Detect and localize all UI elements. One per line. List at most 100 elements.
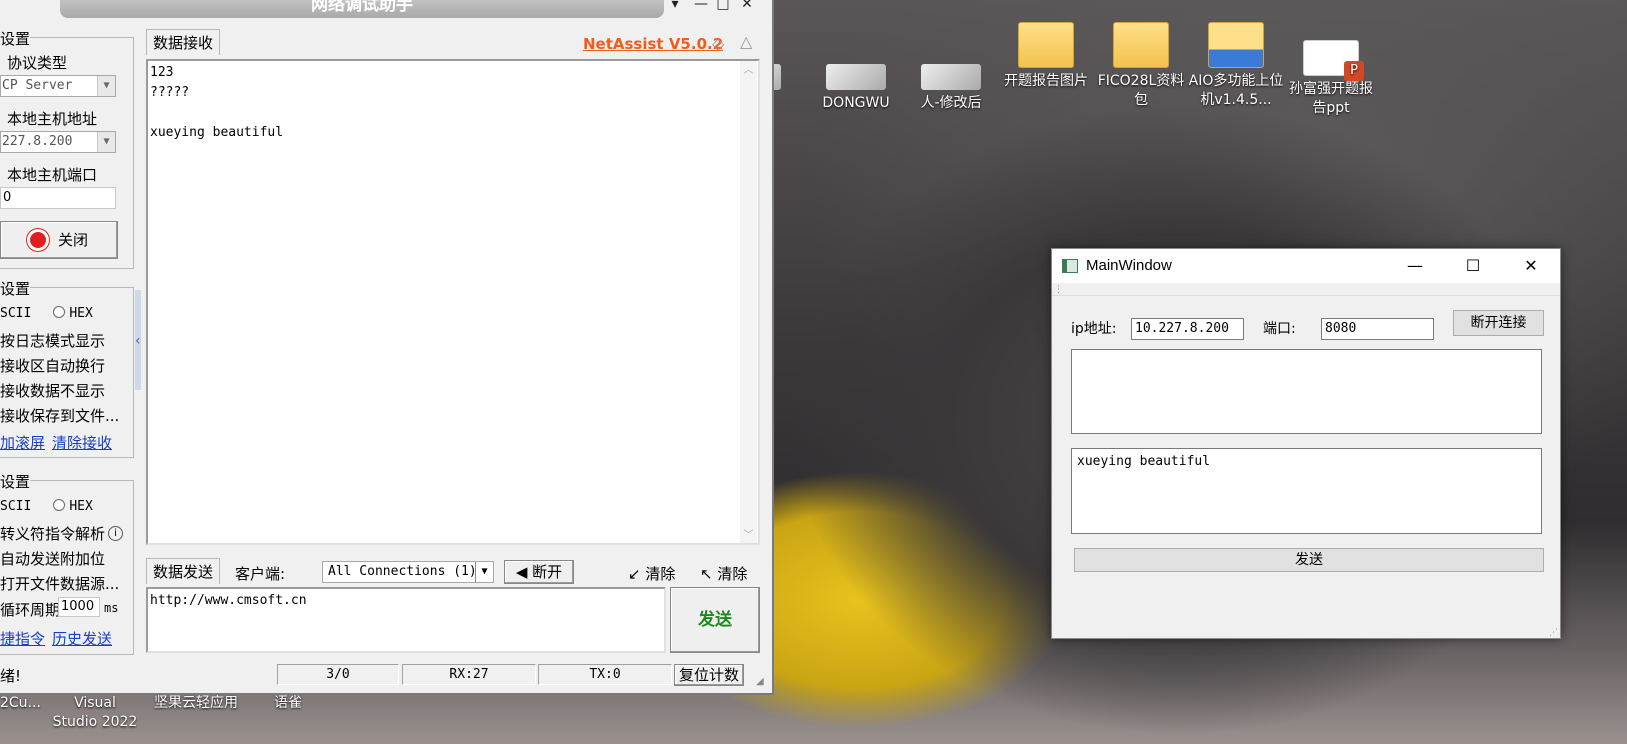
chevron-down-icon: ▼ [97,76,115,96]
desktop-icon-label: 开题报告图片 [1004,73,1088,89]
desktop-icon-label: AIO多功能上位机v1.4.5... [1188,73,1284,108]
receive-line [150,103,756,123]
tab-receive[interactable]: 数据接收 [146,29,221,55]
toolbar-divider [1052,295,1560,296]
desktop-icon-label: DONGWU [822,95,890,111]
netassist-window: 网络调试助手 ▾ — □ ✕ 设置 协议类型 CP Server ▼ 本地主机地… [0,0,774,695]
host-label: 本地主机地址 [7,110,98,128]
recv-option-save[interactable]: 接收保存到文件... [0,405,119,426]
desktop-icon-dongwu[interactable]: DONGWU [808,44,904,113]
status-rx: RX:27 [402,664,536,685]
minimize-icon[interactable]: — [690,0,712,14]
arrow-down-left-icon: ↙ [628,565,641,583]
close-button-label: 关闭 [57,231,88,249]
ascii-radio-label: SCII [0,306,32,321]
info-icon[interactable]: i [108,526,123,541]
desktop-icon-fico28l[interactable]: FICO28L资料包 [1093,22,1189,110]
powerpoint-icon [1303,40,1364,81]
pause-scroll-link[interactable]: 加滚屏 [0,432,45,453]
diamond-icon[interactable]: ◇ [712,34,724,53]
desktop-icon-person[interactable]: 人-修改后 [903,44,999,113]
group-title: 设置 [0,471,31,492]
port-label: 端口: [1263,321,1296,337]
send-option-append[interactable]: 自动发送附加位 [0,548,105,569]
send-textbox[interactable]: xueying beautiful [1071,448,1542,534]
brand-link[interactable]: NetAssist V5.0.2 [583,35,723,53]
chevron-up-icon[interactable]: ︿ [740,61,757,76]
title-bar[interactable]: MainWindow — ☐ ✕ [1052,249,1560,283]
chevron-left-icon[interactable]: ‹ [135,333,141,349]
close-connection-button[interactable]: 关闭 [0,221,118,259]
receive-textarea[interactable]: 123 ????? xueying beautiful [146,59,760,545]
cycle-label: 循环周期 [0,601,61,619]
ip-input[interactable]: 10.227.8.200 [1131,318,1244,340]
desktop-icon-ppt[interactable]: 孙富强开题报告ppt [1283,30,1379,118]
send-option-escape[interactable]: 转义符指令解析 [0,523,105,544]
receive-line: ????? [150,85,190,100]
minimize-icon[interactable]: — [1400,255,1430,277]
ip-label: ip地址: [1071,321,1117,337]
resize-grip-icon[interactable]: ◢ [756,676,764,687]
status-count: 3/0 [277,664,399,685]
send-option-file[interactable]: 打开文件数据源... [0,573,119,594]
group-title: 设置 [0,28,31,49]
close-icon[interactable]: ✕ [736,0,758,14]
maximize-icon[interactable]: □ [712,0,734,14]
pin-icon[interactable]: ▾ [664,0,686,14]
chevron-down-icon: ▼ [475,562,493,582]
host-select[interactable]: 227.8.200 ▼ [0,131,116,153]
tab-send[interactable]: 数据发送 [146,558,221,584]
recv-option-wrap[interactable]: 接收区自动换行 [0,355,105,376]
history-send-link[interactable]: 历史发送 [52,628,112,649]
shortcut-cmd-link[interactable]: 捷指令 [0,628,45,649]
chevron-down-icon[interactable]: ﹀ [740,526,757,541]
status-ready: 绪! [0,667,22,685]
desktop-icon-aio[interactable]: AIO多功能上位机v1.4.5... [1188,22,1284,110]
chevron-down-icon: ▼ [97,132,115,152]
clear-receive-link[interactable]: 清除接收 [52,432,112,453]
maximize-icon[interactable]: ☐ [1458,255,1488,277]
receive-scrollbar[interactable]: ︿ ﹀ [740,61,757,543]
toolbar-handle[interactable]: ⋮ [1054,285,1063,295]
disconnect-label: 断开 [532,563,563,581]
arrow-up-left-icon: ↖ [700,565,713,583]
window-title: MainWindow [1086,257,1172,274]
protocol-select[interactable]: CP Server ▼ [0,75,116,97]
shortcut-icon [826,64,886,90]
clear-send-button-2[interactable]: ↖ 清除 [700,563,747,584]
recv-format-radios[interactable]: SCII HEX [0,306,93,321]
clear-send-button-1[interactable]: ↙ 清除 [628,563,675,584]
desktop-icon-label: 孙富强开题报告ppt [1289,81,1373,116]
resize-grip-icon[interactable]: ⋰ [1549,628,1558,638]
receive-textbox[interactable] [1071,349,1542,434]
port-input[interactable]: 0 [0,187,116,209]
send-textarea[interactable]: http://www.cmsoft.cn [146,587,666,653]
send-button[interactable]: 发送 [1074,548,1544,572]
recv-option-log[interactable]: 按日志模式显示 [0,330,105,351]
client-select[interactable]: All Connections (1) ▼ [322,561,494,583]
desktop-icon-visual-studio[interactable]: Visual Studio 2022 [50,694,140,732]
arrow-left-icon: ◀ [515,563,528,581]
desktop-icon-report-images[interactable]: 开题报告图片 [998,22,1094,91]
disconnect-button[interactable]: 断开连接 [1453,310,1544,336]
status-light-icon [29,232,46,248]
reset-count-button[interactable]: 复位计数 [674,664,744,686]
client-value: All Connections (1) [328,564,477,579]
hex-radio[interactable] [53,499,66,511]
send-button[interactable]: 发送 [670,587,760,653]
desktop-icon-nutstore[interactable]: 坚果云轻应用 [146,694,246,713]
shortcut-icon [921,64,981,90]
recv-option-hide[interactable]: 接收数据不显示 [0,380,105,401]
desktop-icon-label[interactable]: 2Cu... [0,694,48,713]
port-label: 本地主机端口 [7,166,98,184]
protocol-value: CP Server [2,78,73,93]
desktop-icon-yuque[interactable]: 语雀 [268,694,308,713]
close-icon[interactable]: ✕ [1516,255,1546,277]
send-format-radios[interactable]: SCII HEX [0,499,93,514]
window-title: 网络调试助手 [60,0,664,18]
port-input[interactable]: 8080 [1321,318,1434,340]
cycle-input[interactable]: 1000 [58,597,100,617]
disconnect-client-button[interactable]: ◀ 断开 [504,560,574,584]
hex-radio[interactable] [53,306,66,318]
bell-icon[interactable]: △ [740,32,752,51]
